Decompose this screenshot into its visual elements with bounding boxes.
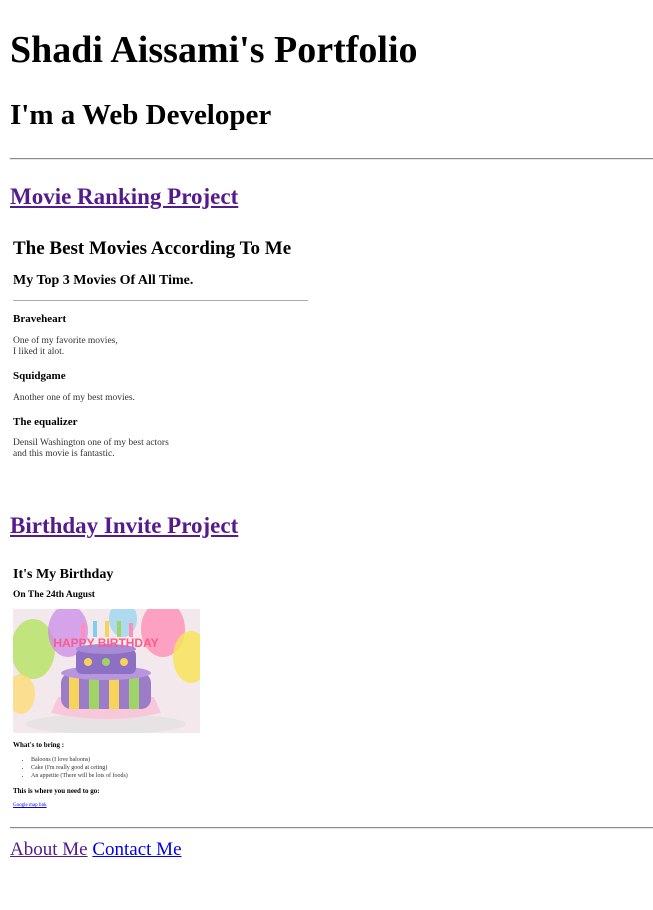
movie-description-line: and this movie is fantastic. xyxy=(13,449,115,459)
list-item: Baloons (I love baloons) xyxy=(31,756,128,764)
footer-nav: About Me Contact Me xyxy=(10,839,182,861)
movie-name: Braveheart xyxy=(13,313,67,325)
list-item: Cake (I'm really good at ceting) xyxy=(31,764,128,772)
birthday-date: On The 24th August xyxy=(13,590,95,600)
movie-project-link[interactable]: Movie Ranking Project xyxy=(10,184,238,210)
cake-candle-text: HAPPY BIRTHDAY xyxy=(53,636,158,650)
movie-description: Another one of my best movies. xyxy=(13,393,135,404)
movie-description-line: One of my favorite movies, xyxy=(13,336,118,346)
bring-list: Baloons (I love baloons) Cake (I'm reall… xyxy=(22,756,128,780)
google-map-link[interactable]: Google map link xyxy=(13,803,47,808)
divider xyxy=(10,827,653,829)
location-label: This is where you need to go: xyxy=(13,787,100,795)
birthday-embed-title: It's My Birthday xyxy=(13,567,114,582)
divider xyxy=(10,158,653,160)
birthday-cake-image: HAPPY BIRTHDAY xyxy=(13,609,200,733)
list-item: An appetite (There will be lots of foods… xyxy=(31,772,128,780)
movie-description: Densil Washington one of my best actors … xyxy=(13,438,169,460)
birthday-project-link[interactable]: Birthday Invite Project xyxy=(10,513,238,539)
about-me-link[interactable]: About Me xyxy=(10,839,88,860)
movie-embed-subtitle: My Top 3 Movies Of All Time. xyxy=(13,273,194,288)
movie-description-line: I liked it alot. xyxy=(13,347,65,357)
movie-embed-divider xyxy=(13,300,308,301)
movie-description-line: Another one of my best movies. xyxy=(13,393,135,403)
movie-name: Squidgame xyxy=(13,370,66,382)
movie-description-line: Densil Washington one of my best actors xyxy=(13,438,169,448)
movie-name: The equalizer xyxy=(13,416,78,428)
page-subtitle: I'm a Web Developer xyxy=(10,99,272,131)
movie-embed-title: The Best Movies According To Me xyxy=(13,238,292,259)
contact-me-link[interactable]: Contact Me xyxy=(92,839,181,860)
page-title: Shadi Aissami's Portfolio xyxy=(10,29,418,71)
movie-description: One of my favorite movies, I liked it al… xyxy=(13,336,118,358)
bring-label: What's to bring : xyxy=(13,741,65,749)
